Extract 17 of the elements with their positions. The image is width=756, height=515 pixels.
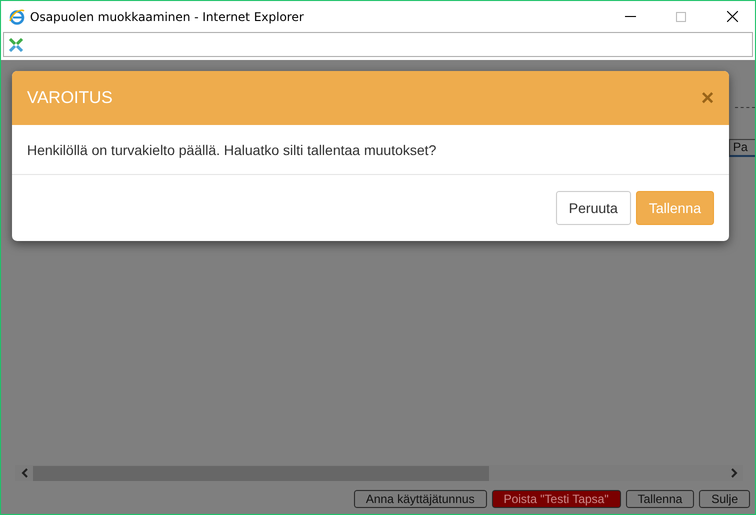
site-logo-icon	[8, 36, 24, 52]
close-icon[interactable]	[726, 11, 738, 22]
close-button[interactable]: ×	[701, 87, 714, 109]
scroll-left-icon[interactable]	[20, 468, 28, 478]
address-field[interactable]	[3, 32, 753, 57]
page-button[interactable]: Sulje	[699, 490, 750, 508]
minimize-icon[interactable]	[624, 16, 636, 18]
cancel-button[interactable]: Peruuta	[556, 191, 631, 225]
page-button[interactable]: Tallenna	[626, 490, 694, 508]
page-button[interactable]: Pa	[729, 139, 755, 157]
dialog-title: VAROITUS	[27, 88, 113, 108]
window-title: Osapuolen muokkaaminen - Internet Explorer	[30, 10, 305, 24]
browser-logo-icon	[9, 8, 25, 24]
page-button[interactable]: Anna käyttäjätunnus	[354, 490, 487, 508]
scroll-right-icon[interactable]	[730, 468, 738, 478]
delete-button[interactable]: Poista "Testi Tapsa"	[492, 490, 621, 508]
dialog-message: Henkilöllä on turvakielto päällä. Haluatko silti tallentaa muutokset?	[27, 142, 436, 158]
